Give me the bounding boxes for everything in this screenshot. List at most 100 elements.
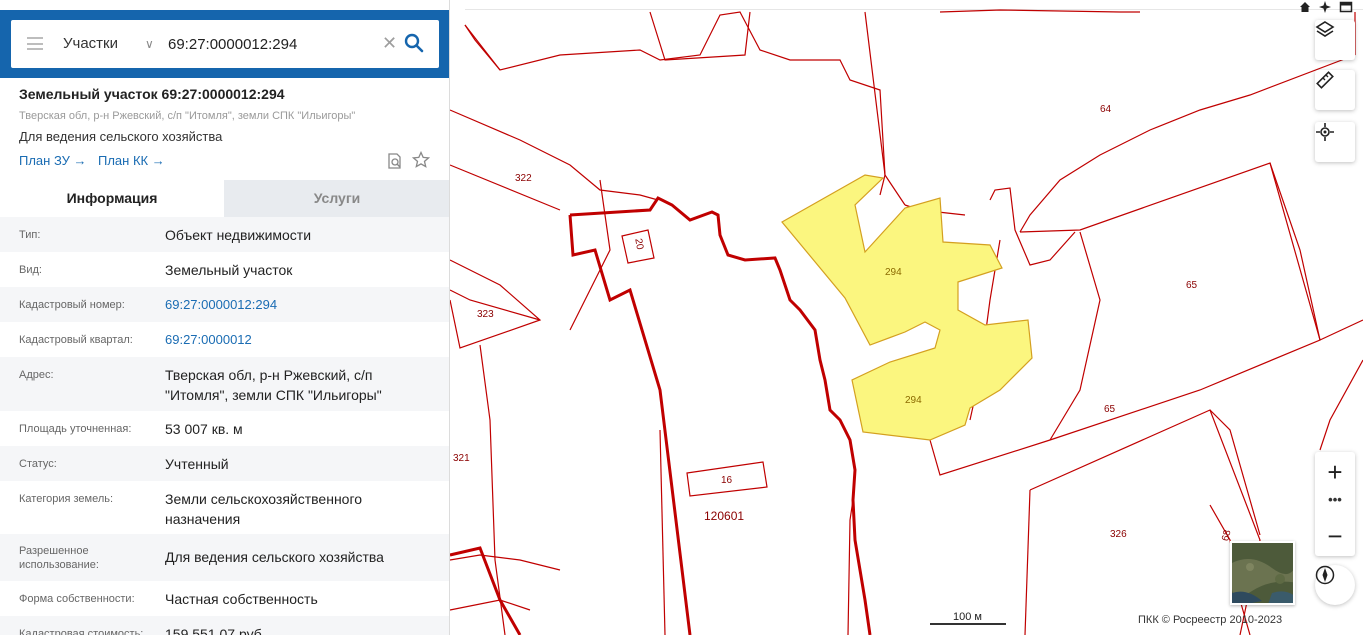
search-bar: Участки ∨ ✕ [0, 10, 449, 78]
plan-zu-link[interactable]: План ЗУ → [19, 153, 87, 168]
compass-button[interactable] [1315, 565, 1355, 605]
cadastral-quarter-link[interactable]: 69:27:0000012 [165, 330, 435, 350]
crosshair-icon [1316, 123, 1334, 141]
satellite-thumbnail [1232, 543, 1293, 603]
attribute-label: Кадастровая стоимость: [19, 628, 144, 635]
attribute-row: Кадастровая стоимость: 159 551,07 руб. [0, 616, 449, 635]
attribute-label: Кадастровый номер: [19, 299, 125, 311]
attribute-label: Разрешенное использование: [19, 545, 99, 571]
parcel-label: 294 [905, 395, 922, 406]
layer-select[interactable]: Участки ∨ [63, 20, 163, 68]
parcel-label: 321 [453, 453, 470, 464]
attribute-label: Статус: [19, 458, 57, 470]
hamburger-icon[interactable] [27, 37, 43, 50]
satellite-minimap[interactable] [1230, 541, 1295, 605]
attribute-row: Адрес: Тверская обл, р-н Ржевский, с/п "… [0, 357, 449, 411]
parcel-boundary [449, 259, 542, 349]
parcel-label: 65 [1104, 404, 1116, 415]
attribute-value: Объект недвижимости [165, 227, 312, 243]
object-title: Земельный участок 69:27:0000012:294 [19, 86, 285, 102]
parcel-label: 65 [1186, 280, 1198, 291]
attribute-row: Кадастровый квартал: 69:27:0000012 [0, 322, 449, 357]
parcel-boundary [449, 599, 531, 611]
plan-kk-link[interactable]: План КК → [98, 153, 165, 168]
search-box: Участки ∨ ✕ [11, 20, 439, 68]
close-icon[interactable]: ✕ [382, 32, 400, 54]
copyright-text: ПКК © Росреестр 2010-2023 [1138, 614, 1283, 626]
parcel-boundary [449, 554, 561, 571]
object-address: Тверская обл, р-н Ржевский, с/п "Итомля"… [19, 110, 356, 122]
quarter-boundary [568, 214, 692, 635]
attribute-list: Тип: Объект недвижимости Вид: Земельный … [0, 217, 449, 635]
parcel-boundary [659, 429, 666, 635]
locate-button[interactable] [1315, 122, 1355, 162]
tab-info[interactable]: Информация [0, 180, 224, 217]
parcel-boundary [1319, 319, 1363, 341]
attribute-value: Земельный участок [165, 262, 293, 278]
parcel-boundary [847, 499, 854, 635]
parcel-boundary [449, 289, 541, 321]
layers-button[interactable] [1315, 20, 1355, 60]
location-icon[interactable] [1318, 0, 1332, 14]
parcel-boundary [479, 344, 506, 635]
document-search-icon[interactable] [386, 152, 404, 170]
parcel-boundary [649, 11, 751, 61]
tab-services[interactable]: Услуги [224, 180, 449, 217]
home-icon[interactable] [1298, 0, 1312, 14]
star-icon[interactable] [412, 151, 430, 169]
quarter-boundary [449, 546, 522, 635]
attribute-value: Учтенный [165, 456, 229, 472]
layer-select-label: Участки [63, 35, 118, 52]
search-input[interactable] [168, 32, 368, 56]
chevron-left-icon[interactable]: ❮ [451, 28, 463, 44]
parcel-boundary [939, 9, 1356, 233]
zoom-out-button[interactable]: − [1315, 518, 1355, 554]
parcel-label: 64 [1100, 104, 1112, 115]
attribute-row: Категория земель: Земли сельскохозяйстве… [0, 481, 449, 534]
parcel-label: 322 [515, 173, 532, 184]
attribute-label: Тип: [19, 229, 41, 241]
attribute-label: Категория земель: [19, 493, 114, 505]
compass-icon [1315, 565, 1335, 585]
parcel-boundary [989, 187, 1076, 266]
parcel-label: 20 [632, 238, 645, 251]
attribute-label: Площадь уточненная: [19, 423, 132, 435]
zoom-in-button[interactable]: + [1315, 454, 1355, 490]
attribute-row: Вид: Земельный участок [0, 252, 449, 287]
parcel-label: 16 [721, 475, 733, 486]
object-use: Для ведения сельского хозяйства [19, 129, 223, 144]
parcel-label: 294 [885, 267, 902, 278]
attribute-row: Статус: Учтенный [0, 446, 449, 481]
parcel-boundary [1049, 231, 1101, 441]
attribute-label: Форма собственности: [19, 593, 135, 605]
attribute-label: Кадастровый квартал: [19, 334, 133, 346]
search-icon[interactable] [403, 32, 425, 54]
attribute-value: Частная собственность [165, 591, 318, 607]
scale-label: 100 м [953, 611, 982, 623]
attribute-row: Кадастровый номер: 69:27:0000012:294 [0, 287, 449, 322]
window-icon[interactable] [1339, 0, 1353, 14]
parcel-label: 326 [1110, 529, 1127, 540]
parcel-boundary [1029, 409, 1261, 635]
attribute-row: Тип: Объект недвижимости [0, 217, 449, 252]
attribute-value: 159 551,07 руб. [165, 626, 266, 635]
attribute-label: Вид: [19, 264, 42, 276]
more-button[interactable]: ••• [1315, 492, 1355, 514]
attribute-row: Форма собственности: Частная собственнос… [0, 581, 449, 616]
parcel-boundary [929, 162, 1321, 476]
chevron-down-icon: ∨ [145, 37, 154, 51]
parcel-boundary [449, 164, 561, 211]
ruler-button[interactable] [1315, 70, 1355, 110]
attribute-value: Земли сельскохозяйственного назначения [165, 491, 363, 527]
parcel-boundary [1319, 359, 1363, 451]
attribute-row: Разрешенное использование: Для ведения с… [0, 534, 449, 581]
zoom-controls: + ••• − [1315, 452, 1355, 556]
scale-bar [930, 623, 1006, 625]
cadastral-number-link[interactable]: 69:27:0000012:294 [165, 295, 435, 315]
parcel-label: 323 [477, 309, 494, 320]
parcel-boundary [1024, 489, 1031, 635]
ruler-icon [1316, 71, 1334, 89]
attribute-value: 53 007 кв. м [165, 421, 243, 437]
parcel-boundary [464, 11, 886, 176]
quarter-label: 120601 [704, 509, 744, 523]
